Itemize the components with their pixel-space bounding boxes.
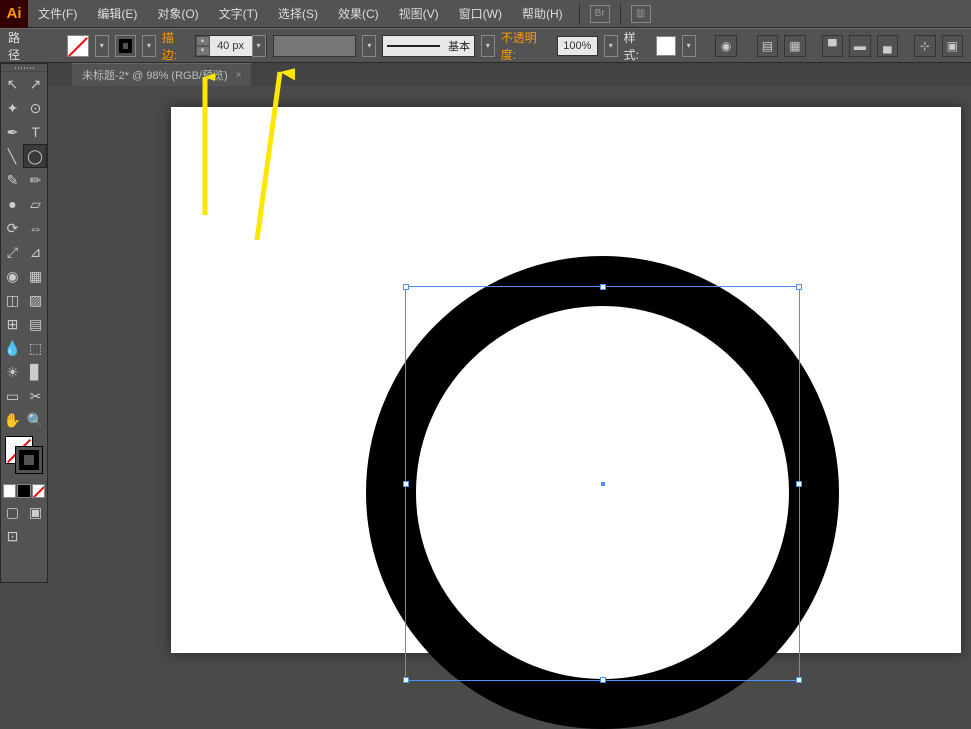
menu-bar: Ai 文件(F) 编辑(E) 对象(O) 文字(T) 选择(S) 效果(C) 视… xyxy=(0,0,971,28)
style-dropdown[interactable] xyxy=(682,35,696,57)
align-bottom-icon[interactable]: ▄ xyxy=(877,35,899,57)
app-logo-icon: Ai xyxy=(0,0,28,28)
symbol-sprayer-tool-icon[interactable]: ☀ xyxy=(1,360,24,384)
draw-normal-icon[interactable]: ▢ xyxy=(1,500,24,524)
scale-tool-icon[interactable]: ⤢ xyxy=(1,240,24,264)
slice-tool-icon[interactable]: ✂ xyxy=(24,384,47,408)
eraser-tool-icon[interactable]: ▱ xyxy=(24,192,47,216)
menu-window[interactable]: 窗口(W) xyxy=(449,0,512,27)
menu-file[interactable]: 文件(F) xyxy=(28,0,87,27)
shape-builder-tool-icon[interactable]: ◫ xyxy=(1,288,24,312)
align-left-icon[interactable]: ▤ xyxy=(757,35,779,57)
pen-tool-icon[interactable]: ✒ xyxy=(1,120,24,144)
stroke-down-icon[interactable]: ▼ xyxy=(196,46,210,56)
warp-tool-icon[interactable]: ◉ xyxy=(1,264,24,288)
fill-dropdown[interactable] xyxy=(95,35,109,57)
draw-behind-icon[interactable]: ▣ xyxy=(24,500,47,524)
selection-type-label: 路径 xyxy=(8,29,31,63)
stroke-value-dropdown[interactable] xyxy=(252,35,266,57)
type-tool-icon[interactable]: T xyxy=(24,120,47,144)
fill-stroke-control[interactable] xyxy=(1,432,47,482)
eyedropper-tool-icon[interactable]: 💧 xyxy=(1,336,24,360)
stroke-spinner[interactable]: ▲ ▼ xyxy=(196,36,210,56)
color-mode-swatches xyxy=(1,482,47,500)
graphic-style-swatch[interactable] xyxy=(656,36,676,56)
align-center-icon[interactable]: ▦ xyxy=(784,35,806,57)
magic-wand-tool-icon[interactable]: ✦ xyxy=(1,96,24,120)
align-middle-icon[interactable]: ▬ xyxy=(849,35,871,57)
stroke-indicator-icon[interactable] xyxy=(15,446,43,474)
isolate-icon[interactable]: ▣ xyxy=(942,35,964,57)
stroke-label[interactable]: 描边: xyxy=(162,29,189,63)
stroke-width-input[interactable]: ▲ ▼ 40 px xyxy=(195,35,267,57)
gradient-tool-icon[interactable]: ▤ xyxy=(24,312,47,336)
stroke-up-icon[interactable]: ▲ xyxy=(196,36,210,46)
direct-selection-tool-icon[interactable]: ↗ xyxy=(24,72,47,96)
close-icon[interactable]: × xyxy=(236,70,242,81)
canvas-area[interactable] xyxy=(48,86,971,653)
menu-view[interactable]: 视图(V) xyxy=(389,0,449,27)
opacity-label[interactable]: 不透明度: xyxy=(501,29,551,63)
recolor-icon[interactable]: ◉ xyxy=(715,35,737,57)
blob-brush-tool-icon[interactable]: ● xyxy=(1,192,24,216)
paintbrush-tool-icon[interactable]: ✎ xyxy=(1,168,24,192)
rotate-tool-icon[interactable]: ⟳ xyxy=(1,216,24,240)
circle-shape[interactable] xyxy=(366,256,839,729)
separator xyxy=(620,3,621,25)
perspective-tool-icon[interactable]: ▨ xyxy=(24,288,47,312)
menu-type[interactable]: 文字(T) xyxy=(209,0,268,27)
resize-handle-icon[interactable] xyxy=(403,677,409,683)
pencil-tool-icon[interactable]: ✏ xyxy=(24,168,47,192)
style-label: 样式: xyxy=(624,29,651,63)
panel-grip[interactable] xyxy=(1,64,47,72)
reflect-tool-icon[interactable]: ⇔ xyxy=(24,216,47,240)
tab-title: 未标题-2* @ 98% (RGB/预览) xyxy=(82,67,228,83)
lasso-tool-icon[interactable]: ⊙ xyxy=(24,96,47,120)
opacity-value[interactable]: 100% xyxy=(557,36,598,56)
width-tool-icon[interactable]: ⊿ xyxy=(24,240,47,264)
free-transform-tool-icon[interactable]: ▦ xyxy=(24,264,47,288)
tools-panel: ↖ ↗ ✦ ⊙ ✒ T ╲ ◯ ✎ ✏ ● ▱ ⟳ ⇔ ⤢ ⊿ ◉ ▦ ◫ ▨ … xyxy=(0,63,48,583)
none-mode-icon[interactable] xyxy=(32,484,45,498)
hand-tool-icon[interactable]: ✋ xyxy=(1,408,24,432)
align-top-icon[interactable]: ▀ xyxy=(822,35,844,57)
menu-effect[interactable]: 效果(C) xyxy=(328,0,389,27)
separator xyxy=(579,3,580,25)
mesh-tool-icon[interactable]: ⊞ xyxy=(1,312,24,336)
brush-label: 基本 xyxy=(448,38,470,54)
document-tab[interactable]: 未标题-2* @ 98% (RGB/预览) × xyxy=(72,63,251,86)
stroke-swatch[interactable] xyxy=(115,35,137,57)
resize-handle-icon[interactable] xyxy=(796,677,802,683)
profile-dropdown[interactable] xyxy=(362,35,376,57)
menu-edit[interactable]: 编辑(E) xyxy=(87,0,147,27)
stroke-dropdown[interactable] xyxy=(142,35,156,57)
menu-help[interactable]: 帮助(H) xyxy=(512,0,573,27)
zoom-tool-icon[interactable]: 🔍 xyxy=(24,408,47,432)
brush-dropdown[interactable] xyxy=(481,35,495,57)
fill-swatch[interactable] xyxy=(67,35,89,57)
opacity-dropdown[interactable] xyxy=(604,35,618,57)
color-mode-icon[interactable] xyxy=(3,484,16,498)
bridge-icon[interactable]: Br xyxy=(590,5,610,23)
ellipse-tool-icon[interactable]: ◯ xyxy=(23,144,47,168)
transform-icon[interactable]: ⊹ xyxy=(914,35,936,57)
brush-definition[interactable]: 基本 xyxy=(382,35,475,57)
blend-tool-icon[interactable]: ⬚ xyxy=(24,336,47,360)
gradient-mode-icon[interactable] xyxy=(17,484,30,498)
menu-object[interactable]: 对象(O) xyxy=(147,0,208,27)
arrange-icon[interactable]: ▥ xyxy=(631,5,651,23)
brush-preview-icon xyxy=(387,45,440,47)
artboard-tool-icon[interactable]: ▭ xyxy=(1,384,24,408)
stroke-value[interactable]: 40 px xyxy=(210,40,252,52)
menu-select[interactable]: 选择(S) xyxy=(268,0,328,27)
column-graph-tool-icon[interactable]: ▊ xyxy=(24,360,47,384)
variable-width-profile[interactable] xyxy=(273,35,357,57)
empty-tool-slot xyxy=(24,524,47,548)
screen-mode-icon[interactable]: ⊡ xyxy=(1,524,24,548)
control-bar: 路径 描边: ▲ ▼ 40 px 基本 不透明度: 100% 样式: ◉ ▤ ▦… xyxy=(0,28,971,63)
document-tab-bar: 未标题-2* @ 98% (RGB/预览) × xyxy=(0,63,971,86)
selection-tool-icon[interactable]: ↖ xyxy=(1,72,24,96)
line-tool-icon[interactable]: ╲ xyxy=(1,144,23,168)
